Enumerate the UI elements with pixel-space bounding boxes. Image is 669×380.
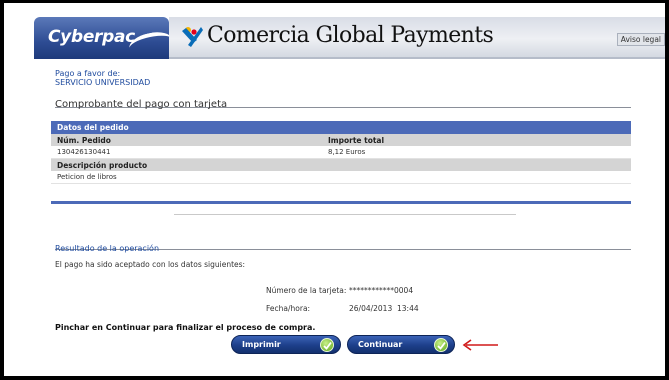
cyberpac-logo: Cyberpac xyxy=(34,17,169,59)
descripcion-data-row: Peticion de libros xyxy=(51,171,631,184)
num-pedido-value: 130426130441 xyxy=(57,148,111,156)
resultado-title: Resultado de la operación xyxy=(55,244,160,253)
section-divider xyxy=(51,201,631,204)
col-descripcion: Descripción producto xyxy=(57,161,148,170)
thin-divider xyxy=(174,214,516,215)
resultado-message: El pago ha sido aceptado con los datos s… xyxy=(55,260,246,269)
continuar-label: Continuar xyxy=(358,340,403,349)
resultado-row: Resultado de la operación xyxy=(55,236,631,253)
red-arrow-icon xyxy=(462,339,498,351)
brand-name: Comercia Global Payments xyxy=(207,23,494,48)
pedido-section-title: Datos del pedido xyxy=(51,121,631,134)
fecha-label: Fecha/hora: xyxy=(266,304,311,313)
page-frame: Cyberpac Comercia Global Payments Aviso … xyxy=(0,0,669,380)
lacaixa-star-icon xyxy=(182,27,203,47)
pedido-header-row: Núm. Pedido Importe total xyxy=(51,134,631,146)
pago-a-favor-label: Pago a favor de: xyxy=(55,69,121,78)
col-num-pedido: Núm. Pedido xyxy=(57,136,111,145)
cyberpac-logo-text: Cyberpac xyxy=(48,27,135,47)
imprimir-button[interactable]: Imprimir xyxy=(231,335,341,354)
pedido-data-row: 130426130441 8,12 Euros xyxy=(51,146,631,159)
title-row: Comprobante del pago con tarjeta xyxy=(55,92,631,110)
continuar-button[interactable]: Continuar xyxy=(347,335,455,354)
tarjeta-label: Número de la tarjeta: xyxy=(266,286,347,295)
pedido-table: Datos del pedido Núm. Pedido Importe tot… xyxy=(51,121,631,184)
brand-strip: Comercia Global Payments Aviso legal xyxy=(169,17,665,59)
fecha-value: 26/04/2013 13:44 xyxy=(349,304,419,313)
page-title: Comprobante del pago con tarjeta xyxy=(55,99,228,110)
check-icon xyxy=(320,338,334,352)
merchant-name: SERVICIO UNIVERSIDAD xyxy=(55,78,151,87)
imprimir-label: Imprimir xyxy=(242,340,281,349)
merchant-info: Pago a favor de: SERVICIO UNIVERSIDAD xyxy=(55,69,150,87)
check-icon xyxy=(434,338,448,352)
header: Cyberpac Comercia Global Payments Aviso … xyxy=(34,17,665,59)
col-importe: Importe total xyxy=(328,136,385,145)
aviso-legal-link[interactable]: Aviso legal xyxy=(616,33,665,46)
descripcion-value: Peticion de libros xyxy=(57,173,117,181)
tarjeta-value: ************0004 xyxy=(349,286,414,295)
instruction-text: Pinchar en Continuar para finalizar el p… xyxy=(55,323,316,332)
descripcion-header-row: Descripción producto xyxy=(51,159,631,171)
importe-value: 8,12 Euros xyxy=(328,148,366,156)
